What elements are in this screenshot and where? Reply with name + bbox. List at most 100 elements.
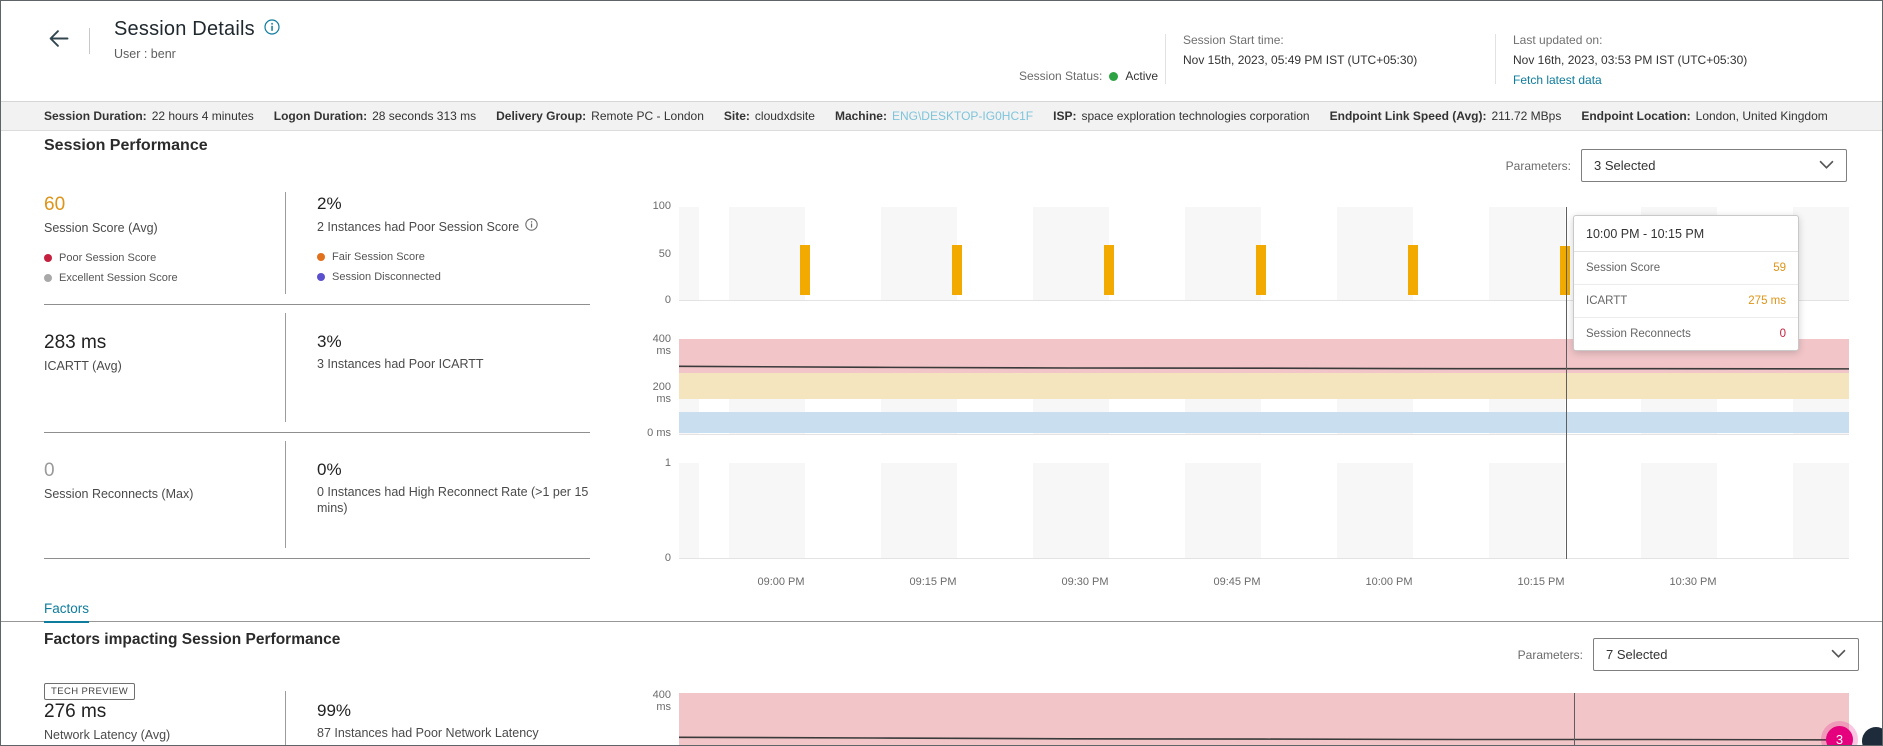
session-status-value: Active xyxy=(1125,69,1158,83)
chart-tooltip: 10:00 PM - 10:15 PM Session Score 59 ICA… xyxy=(1573,215,1799,351)
info-value: 22 hours 4 minutes xyxy=(152,109,254,123)
info-endpoint-link-speed: Endpoint Link Speed (Avg): 211.72 MBps xyxy=(1330,109,1562,123)
poor-score-instances: 2 Instances had Poor Session Score xyxy=(317,218,590,235)
notification-badge[interactable]: 3 xyxy=(1826,726,1853,746)
parameters-dropdown[interactable]: 3 Selected xyxy=(1581,149,1847,182)
score-bar[interactable] xyxy=(1560,246,1570,295)
last-updated-label: Last updated on: xyxy=(1513,33,1747,47)
legend-list: Fair Session Score Session Disconnected xyxy=(317,251,590,283)
parameters-control: Parameters: 3 Selected xyxy=(1506,149,1847,182)
tooltip-row: ICARTT 275 ms xyxy=(1574,285,1798,318)
poor-icartt-percent: 3% xyxy=(317,332,590,352)
session-info-bar: Session Duration: 22 hours 4 minutes Log… xyxy=(1,102,1882,131)
factors-parameters-dropdown[interactable]: 7 Selected xyxy=(1593,638,1859,671)
session-details-page: Session Details User : benr Session Stat… xyxy=(0,0,1883,746)
score-bar[interactable] xyxy=(1408,245,1418,295)
legend-label: Excellent Session Score xyxy=(59,272,178,284)
back-arrow-icon xyxy=(45,40,72,55)
info-value: 211.72 MBps xyxy=(1492,109,1562,123)
x-axis-label: 09:30 PM xyxy=(1061,576,1108,588)
score-bar[interactable] xyxy=(800,245,810,295)
stat-cell: 60 Session Score (Avg) Poor Session Scor… xyxy=(44,194,285,304)
stat-cell: 0% 0 Instances had High Reconnect Rate (… xyxy=(285,460,590,558)
stat-cell: 99% 87 Instances had Poor Network Latenc… xyxy=(285,701,539,743)
tech-preview-badge: TECH PREVIEW xyxy=(44,683,135,700)
info-value: Remote PC - London xyxy=(591,109,704,123)
excellent-score-dot-icon xyxy=(44,274,52,282)
tooltip-label: ICARTT xyxy=(1586,295,1627,307)
icartt-line xyxy=(679,339,1849,434)
tab-factors[interactable]: Factors xyxy=(44,601,89,623)
score-bar[interactable] xyxy=(952,245,962,295)
icartt-chart[interactable] xyxy=(679,339,1849,435)
status-active-dot-icon xyxy=(1109,72,1118,81)
x-axis-labels: 09:00 PM09:15 PM09:30 PM09:45 PM10:00 PM… xyxy=(679,576,1849,592)
info-logon-duration: Logon Duration: 28 seconds 313 ms xyxy=(274,109,476,123)
reconnects-chart[interactable] xyxy=(679,463,1849,559)
ytick: 200 ms xyxy=(637,381,671,405)
header: Session Details User : benr Session Stat… xyxy=(1,1,1882,102)
x-axis-label: 09:45 PM xyxy=(1213,576,1260,588)
start-time-value: Nov 15th, 2023, 05:49 PM IST (UTC+05:30) xyxy=(1183,53,1417,67)
tooltip-row: Session Score 59 xyxy=(1574,252,1798,285)
performance-stats: 60 Session Score (Avg) Poor Session Scor… xyxy=(44,184,590,559)
factors-heading: Factors impacting Session Performance xyxy=(44,631,340,649)
ytick: 50 xyxy=(637,248,671,260)
ytick: 100 xyxy=(637,200,671,212)
stat-divider xyxy=(285,691,286,746)
fetch-latest-data-link[interactable]: Fetch latest data xyxy=(1513,73,1747,87)
session-status: Session Status: Active xyxy=(1019,69,1158,83)
session-score-label: Session Score (Avg) xyxy=(44,220,269,236)
network-latency-chart[interactable]: 400 ms xyxy=(637,689,1877,746)
stat-row-session-score: 60 Session Score (Avg) Poor Session Scor… xyxy=(44,184,590,305)
ytick: 1 xyxy=(637,457,671,469)
ytick: 0 ms xyxy=(637,427,671,439)
score-bar[interactable] xyxy=(1256,245,1266,295)
tooltip-value: 59 xyxy=(1773,262,1786,274)
chart-hover-cursor xyxy=(1566,207,1567,559)
back-button[interactable] xyxy=(41,23,75,57)
last-updated-value: Nov 16th, 2023, 03:53 PM IST (UTC+05:30) xyxy=(1513,53,1747,67)
info-icon[interactable] xyxy=(525,218,538,235)
stat-row-icartt: 283 ms ICARTT (Avg) 3% 3 Instances had P… xyxy=(44,305,590,433)
chevron-down-icon xyxy=(1819,158,1834,173)
chevron-down-icon xyxy=(1831,647,1846,662)
header-divider xyxy=(89,28,90,54)
network-latency-value: 276 ms xyxy=(44,701,285,723)
tooltip-value: 275 ms xyxy=(1748,295,1786,307)
high-reconnect-percent: 0% xyxy=(317,460,590,480)
network-latency-plot[interactable] xyxy=(679,693,1849,746)
info-label: Site: xyxy=(724,109,750,123)
legend-item: Poor Session Score xyxy=(44,252,269,264)
start-time-label: Session Start time: xyxy=(1183,33,1417,47)
info-value: cloudxdsite xyxy=(755,109,815,123)
stat-row-reconnects: 0 Session Reconnects (Max) 0% 0 Instance… xyxy=(44,433,590,559)
icartt-label: ICARTT (Avg) xyxy=(44,358,269,374)
stat-cell: 2% 2 Instances had Poor Session Score Fa… xyxy=(285,194,590,304)
ytick: 400 ms xyxy=(637,333,671,357)
machine-link[interactable]: ENG\DESKTOP-IG0HC1F xyxy=(892,109,1033,123)
header-separator xyxy=(1165,34,1166,84)
high-reconnect-instances: 0 Instances had High Reconnect Rate (>1 … xyxy=(317,484,590,517)
info-value: space exploration technologies corporati… xyxy=(1081,109,1309,123)
section-divider xyxy=(1,621,1882,622)
parameters-label: Parameters: xyxy=(1518,648,1583,662)
fair-score-dot-icon xyxy=(317,253,325,261)
info-delivery-group: Delivery Group: Remote PC - London xyxy=(496,109,704,123)
stat-divider xyxy=(285,192,286,294)
header-separator xyxy=(1495,34,1496,84)
factors-stats: 276 ms Network Latency (Avg) 99% 87 Inst… xyxy=(44,701,624,743)
info-icon[interactable] xyxy=(264,19,280,40)
parameters-dropdown-value: 3 Selected xyxy=(1594,158,1655,173)
section-title-session-performance: Session Performance xyxy=(44,137,208,155)
tooltip-value: 0 xyxy=(1780,328,1786,340)
score-bar[interactable] xyxy=(1104,245,1114,295)
disconnected-dot-icon xyxy=(317,273,325,281)
poor-score-dot-icon xyxy=(44,254,52,262)
ytick: 0 xyxy=(637,552,671,564)
page-title: Session Details xyxy=(114,18,255,41)
info-site: Site: cloudxdsite xyxy=(724,109,815,123)
info-label: Session Duration: xyxy=(44,109,147,123)
stat-cell: 0 Session Reconnects (Max) xyxy=(44,460,285,558)
info-machine: Machine: ENG\DESKTOP-IG0HC1F xyxy=(835,109,1033,123)
